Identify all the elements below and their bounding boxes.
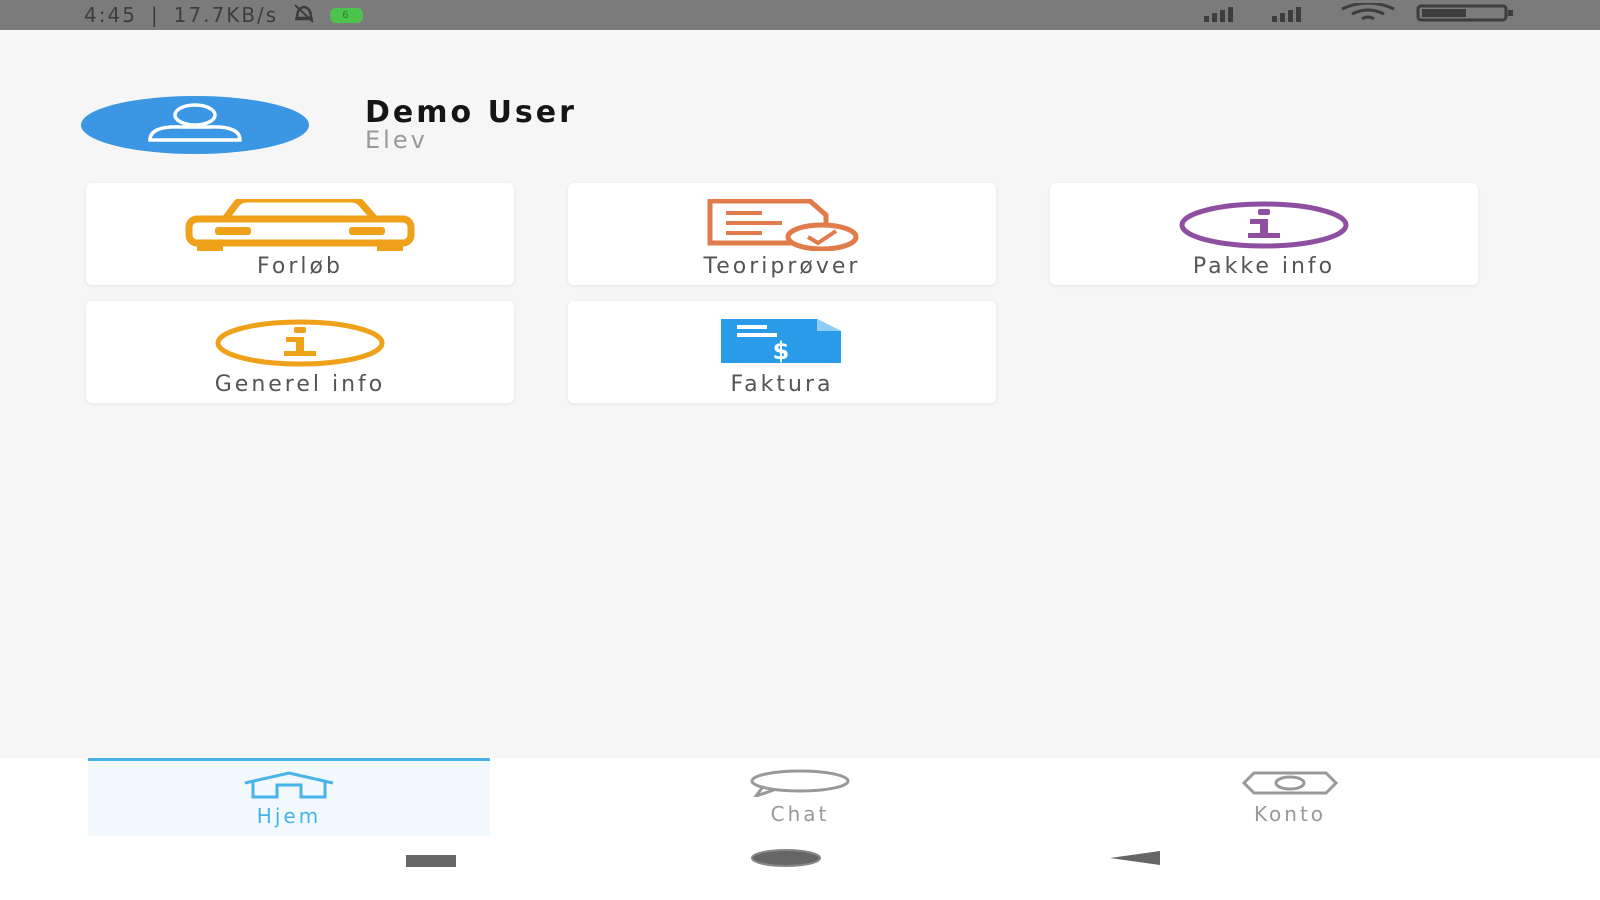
status-separator: | — [150, 3, 160, 27]
gear-icon — [1238, 769, 1342, 801]
status-left: 4:45 | 17.7KB/s 6 — [84, 2, 363, 29]
tile-pakke-info[interactable]: Pakke info — [1050, 183, 1478, 285]
profile-text: Demo User Elev — [365, 95, 577, 154]
profile-header: Demo User Elev — [81, 96, 577, 154]
wifi-icon — [1338, 1, 1398, 27]
avatar[interactable] — [81, 96, 309, 154]
nav-label: Konto — [1253, 802, 1327, 826]
app-screen: 4:45 | 17.7KB/s 6 Demo User Elev Forløb … — [0, 0, 1600, 900]
system-navigation-bar — [0, 836, 1600, 900]
tile-forlob[interactable]: Forløb — [86, 183, 514, 285]
info-icon — [1176, 197, 1352, 253]
home-button-icon[interactable] — [749, 848, 823, 872]
back-icon[interactable] — [1110, 850, 1160, 869]
nav-item-chat[interactable]: Chat — [600, 758, 1000, 836]
signal-icon-2 — [1270, 4, 1320, 26]
status-time: 4:45 — [84, 3, 137, 27]
info-icon — [212, 315, 388, 371]
nav-item-hjem[interactable]: Hjem — [88, 758, 490, 836]
status-bar: 4:45 | 17.7KB/s 6 — [0, 0, 1600, 30]
profile-name: Demo User — [365, 95, 577, 130]
status-speed: 17.7KB/s — [173, 3, 279, 27]
car-icon — [185, 197, 415, 253]
profile-role: Elev — [365, 126, 428, 154]
status-right — [1202, 1, 1516, 27]
nav-item-konto[interactable]: Konto — [1090, 758, 1490, 836]
recent-apps-icon[interactable] — [406, 852, 456, 871]
tile-label: Teoriprøver — [703, 254, 861, 279]
home-icon — [239, 770, 339, 803]
nav-label: Chat — [770, 802, 830, 826]
chat-icon — [748, 769, 852, 801]
tile-label: Generel info — [214, 372, 386, 397]
battery-icon — [1416, 3, 1516, 27]
tile-label: Forløb — [257, 254, 343, 279]
invoice-icon: $ — [717, 315, 847, 371]
signal-icon — [1202, 4, 1252, 26]
notification-badge: 6 — [330, 7, 363, 23]
tile-label: Faktura — [730, 372, 834, 397]
test-document-icon — [702, 197, 862, 253]
bottom-navigation: Hjem Chat Konto — [0, 758, 1600, 836]
nav-label: Hjem — [256, 803, 322, 828]
tile-faktura[interactable]: $ Faktura — [568, 301, 996, 403]
tile-teoriprover[interactable]: Teoriprøver — [568, 183, 996, 285]
user-icon — [140, 100, 250, 150]
svg-text:$: $ — [773, 337, 790, 365]
alarm-off-icon — [292, 2, 316, 29]
tile-label: Pakke info — [1192, 254, 1336, 279]
tile-generel-info[interactable]: Generel info — [86, 301, 514, 403]
